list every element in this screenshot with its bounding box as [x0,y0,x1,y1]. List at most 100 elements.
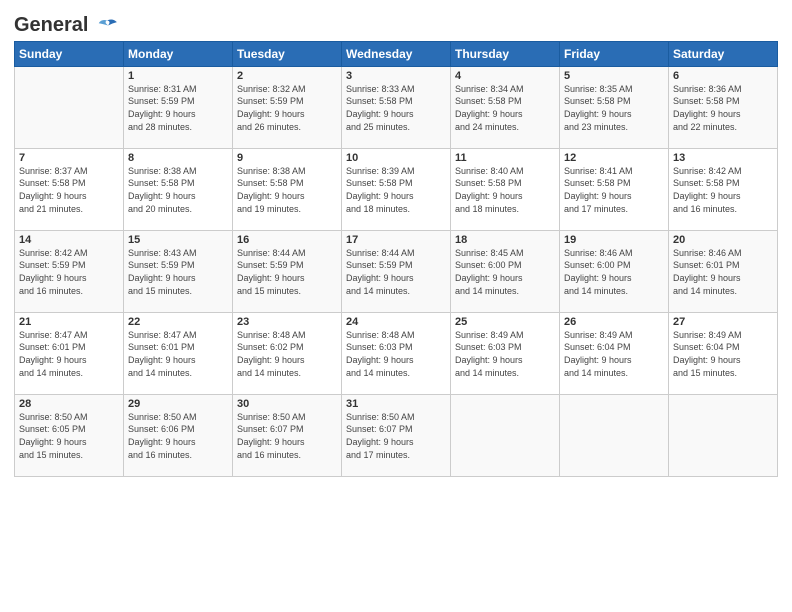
day-info: Sunrise: 8:36 AM Sunset: 5:58 PM Dayligh… [673,83,773,133]
day-number: 31 [346,398,446,410]
calendar-table: SundayMondayTuesdayWednesdayThursdayFrid… [14,41,778,477]
day-number: 23 [237,316,337,328]
day-number: 20 [673,234,773,246]
day-info: Sunrise: 8:50 AM Sunset: 6:07 PM Dayligh… [237,411,337,461]
calendar-cell: 26Sunrise: 8:49 AM Sunset: 6:04 PM Dayli… [560,312,669,394]
calendar-cell: 13Sunrise: 8:42 AM Sunset: 5:58 PM Dayli… [669,148,778,230]
day-number: 17 [346,234,446,246]
calendar-cell: 25Sunrise: 8:49 AM Sunset: 6:03 PM Dayli… [451,312,560,394]
day-info: Sunrise: 8:44 AM Sunset: 5:59 PM Dayligh… [346,247,446,297]
col-header-monday: Monday [124,41,233,66]
calendar-cell: 17Sunrise: 8:44 AM Sunset: 5:59 PM Dayli… [342,230,451,312]
day-number: 4 [455,70,555,82]
day-info: Sunrise: 8:39 AM Sunset: 5:58 PM Dayligh… [346,165,446,215]
day-info: Sunrise: 8:42 AM Sunset: 5:59 PM Dayligh… [19,247,119,297]
day-info: Sunrise: 8:45 AM Sunset: 6:00 PM Dayligh… [455,247,555,297]
day-info: Sunrise: 8:37 AM Sunset: 5:58 PM Dayligh… [19,165,119,215]
day-number: 9 [237,152,337,164]
day-info: Sunrise: 8:40 AM Sunset: 5:58 PM Dayligh… [455,165,555,215]
calendar-cell: 12Sunrise: 8:41 AM Sunset: 5:58 PM Dayli… [560,148,669,230]
day-info: Sunrise: 8:34 AM Sunset: 5:58 PM Dayligh… [455,83,555,133]
day-number: 19 [564,234,664,246]
day-info: Sunrise: 8:47 AM Sunset: 6:01 PM Dayligh… [128,329,228,379]
calendar-cell [451,394,560,476]
calendar-cell: 28Sunrise: 8:50 AM Sunset: 6:05 PM Dayli… [15,394,124,476]
calendar-cell [669,394,778,476]
day-number: 3 [346,70,446,82]
day-info: Sunrise: 8:33 AM Sunset: 5:58 PM Dayligh… [346,83,446,133]
calendar-cell: 27Sunrise: 8:49 AM Sunset: 6:04 PM Dayli… [669,312,778,394]
day-number: 1 [128,70,228,82]
day-number: 10 [346,152,446,164]
calendar-cell: 21Sunrise: 8:47 AM Sunset: 6:01 PM Dayli… [15,312,124,394]
day-number: 18 [455,234,555,246]
calendar-cell: 5Sunrise: 8:35 AM Sunset: 5:58 PM Daylig… [560,66,669,148]
day-info: Sunrise: 8:35 AM Sunset: 5:58 PM Dayligh… [564,83,664,133]
day-info: Sunrise: 8:46 AM Sunset: 6:01 PM Dayligh… [673,247,773,297]
day-info: Sunrise: 8:42 AM Sunset: 5:58 PM Dayligh… [673,165,773,215]
week-row-2: 14Sunrise: 8:42 AM Sunset: 5:59 PM Dayli… [15,230,778,312]
col-header-saturday: Saturday [669,41,778,66]
calendar-header-row: SundayMondayTuesdayWednesdayThursdayFrid… [15,41,778,66]
calendar-cell [560,394,669,476]
col-header-wednesday: Wednesday [342,41,451,66]
day-info: Sunrise: 8:49 AM Sunset: 6:04 PM Dayligh… [673,329,773,379]
day-info: Sunrise: 8:31 AM Sunset: 5:59 PM Dayligh… [128,83,228,133]
day-info: Sunrise: 8:43 AM Sunset: 5:59 PM Dayligh… [128,247,228,297]
day-info: Sunrise: 8:48 AM Sunset: 6:02 PM Dayligh… [237,329,337,379]
day-info: Sunrise: 8:48 AM Sunset: 6:03 PM Dayligh… [346,329,446,379]
calendar-cell: 14Sunrise: 8:42 AM Sunset: 5:59 PM Dayli… [15,230,124,312]
calendar-cell: 29Sunrise: 8:50 AM Sunset: 6:06 PM Dayli… [124,394,233,476]
header: General [14,10,778,35]
day-info: Sunrise: 8:49 AM Sunset: 6:04 PM Dayligh… [564,329,664,379]
calendar-cell: 22Sunrise: 8:47 AM Sunset: 6:01 PM Dayli… [124,312,233,394]
day-info: Sunrise: 8:47 AM Sunset: 6:01 PM Dayligh… [19,329,119,379]
day-number: 14 [19,234,119,246]
day-info: Sunrise: 8:38 AM Sunset: 5:58 PM Dayligh… [128,165,228,215]
week-row-0: 1Sunrise: 8:31 AM Sunset: 5:59 PM Daylig… [15,66,778,148]
day-info: Sunrise: 8:44 AM Sunset: 5:59 PM Dayligh… [237,247,337,297]
logo: General [14,14,118,35]
logo-bird-icon [96,15,118,37]
day-number: 12 [564,152,664,164]
day-info: Sunrise: 8:49 AM Sunset: 6:03 PM Dayligh… [455,329,555,379]
calendar-cell: 6Sunrise: 8:36 AM Sunset: 5:58 PM Daylig… [669,66,778,148]
day-number: 26 [564,316,664,328]
day-info: Sunrise: 8:38 AM Sunset: 5:58 PM Dayligh… [237,165,337,215]
day-number: 30 [237,398,337,410]
day-number: 28 [19,398,119,410]
day-info: Sunrise: 8:50 AM Sunset: 6:06 PM Dayligh… [128,411,228,461]
day-info: Sunrise: 8:50 AM Sunset: 6:07 PM Dayligh… [346,411,446,461]
calendar-cell: 3Sunrise: 8:33 AM Sunset: 5:58 PM Daylig… [342,66,451,148]
calendar-cell: 20Sunrise: 8:46 AM Sunset: 6:01 PM Dayli… [669,230,778,312]
day-number: 6 [673,70,773,82]
logo-text: General [14,14,118,37]
day-number: 5 [564,70,664,82]
day-info: Sunrise: 8:32 AM Sunset: 5:59 PM Dayligh… [237,83,337,133]
day-number: 8 [128,152,228,164]
day-number: 15 [128,234,228,246]
day-number: 22 [128,316,228,328]
calendar-cell: 1Sunrise: 8:31 AM Sunset: 5:59 PM Daylig… [124,66,233,148]
calendar-cell: 19Sunrise: 8:46 AM Sunset: 6:00 PM Dayli… [560,230,669,312]
calendar-cell: 10Sunrise: 8:39 AM Sunset: 5:58 PM Dayli… [342,148,451,230]
week-row-4: 28Sunrise: 8:50 AM Sunset: 6:05 PM Dayli… [15,394,778,476]
calendar-cell: 11Sunrise: 8:40 AM Sunset: 5:58 PM Dayli… [451,148,560,230]
col-header-tuesday: Tuesday [233,41,342,66]
calendar-cell: 16Sunrise: 8:44 AM Sunset: 5:59 PM Dayli… [233,230,342,312]
calendar-body: 1Sunrise: 8:31 AM Sunset: 5:59 PM Daylig… [15,66,778,476]
calendar-cell: 8Sunrise: 8:38 AM Sunset: 5:58 PM Daylig… [124,148,233,230]
day-number: 16 [237,234,337,246]
day-number: 29 [128,398,228,410]
col-header-friday: Friday [560,41,669,66]
week-row-3: 21Sunrise: 8:47 AM Sunset: 6:01 PM Dayli… [15,312,778,394]
calendar-cell: 24Sunrise: 8:48 AM Sunset: 6:03 PM Dayli… [342,312,451,394]
calendar-cell: 15Sunrise: 8:43 AM Sunset: 5:59 PM Dayli… [124,230,233,312]
calendar-cell: 30Sunrise: 8:50 AM Sunset: 6:07 PM Dayli… [233,394,342,476]
day-number: 25 [455,316,555,328]
day-info: Sunrise: 8:46 AM Sunset: 6:00 PM Dayligh… [564,247,664,297]
calendar-cell: 2Sunrise: 8:32 AM Sunset: 5:59 PM Daylig… [233,66,342,148]
calendar-cell: 18Sunrise: 8:45 AM Sunset: 6:00 PM Dayli… [451,230,560,312]
day-number: 11 [455,152,555,164]
day-number: 21 [19,316,119,328]
